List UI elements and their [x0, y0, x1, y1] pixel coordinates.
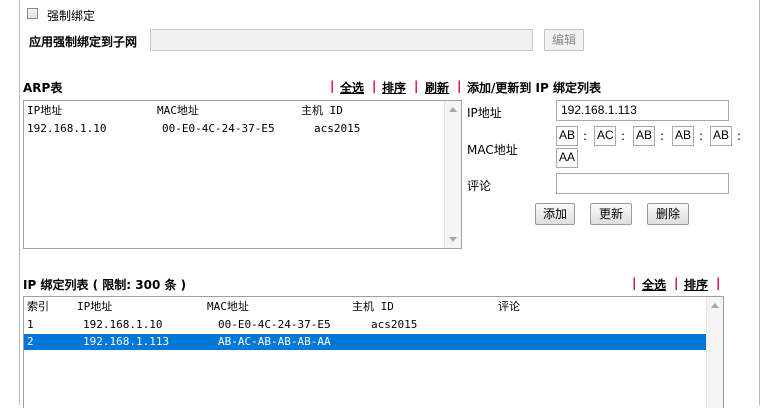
- arp-row-mac: 00-E0-4C-24-37-E5: [162, 122, 275, 135]
- binding-row-index: 2: [27, 335, 34, 348]
- binding-header-host: 主机 ID: [352, 300, 394, 313]
- mac-separator: :: [699, 129, 704, 143]
- mac-octet-4-input[interactable]: AB: [672, 126, 694, 146]
- arp-row-host: acs2015: [314, 122, 361, 135]
- mac-separator: :: [660, 129, 665, 143]
- binding-row-mac: 00-E0-4C-24-37-E5: [218, 318, 331, 331]
- binding-header-mac: MAC地址: [207, 300, 249, 313]
- scroll-down-icon[interactable]: [449, 237, 457, 242]
- arp-row-ip: 192.168.1.10: [27, 122, 107, 135]
- table-row[interactable]: 1 192.168.1.10 00-E0-4C-24-37-E5 acs2015: [24, 317, 706, 333]
- subnet-label: 应用强制绑定到子网: [29, 35, 138, 49]
- arp-scrollbar[interactable]: [444, 101, 461, 248]
- mac-octet-5-input[interactable]: AB: [710, 126, 732, 146]
- binding-row-ip: 192.168.1.10: [83, 318, 163, 331]
- form-comment-input[interactable]: [556, 173, 729, 194]
- separator: |: [372, 79, 377, 93]
- table-row[interactable]: 192.168.1.10 00-E0-4C-24-37-E5 acs2015: [24, 121, 444, 137]
- separator: |: [457, 79, 462, 93]
- binding-header-comment: 评论: [498, 300, 520, 313]
- binding-list-header: 索引 IP地址 MAC地址 主机 ID 评论: [24, 299, 706, 315]
- arp-table-title: ARP表: [23, 81, 63, 95]
- arp-header-ip: IP地址: [27, 104, 63, 117]
- arp-table-header: IP地址 MAC地址 主机 ID: [24, 103, 444, 119]
- binding-scrollbar[interactable]: [706, 297, 723, 408]
- arp-header-mac: MAC地址: [157, 104, 199, 117]
- binding-row-index: 1: [27, 318, 34, 331]
- separator: |: [414, 79, 419, 93]
- arp-table-listbox[interactable]: IP地址 MAC地址 主机 ID 192.168.1.10 00-E0-4C-2…: [23, 100, 462, 249]
- separator: |: [330, 79, 335, 93]
- binding-sort-link[interactable]: 排序: [684, 276, 708, 293]
- mac-octet-3-input[interactable]: AB: [633, 126, 655, 146]
- edit-button[interactable]: 编辑: [544, 29, 584, 51]
- add-button[interactable]: 添加: [535, 203, 575, 225]
- right-border: [759, 0, 760, 405]
- separator: |: [674, 276, 679, 290]
- binding-list-listbox[interactable]: 索引 IP地址 MAC地址 主机 ID 评论 1 192.168.1.10 00…: [23, 296, 724, 408]
- binding-row-host: acs2015: [371, 318, 418, 331]
- mac-separator: :: [583, 129, 588, 143]
- scroll-up-icon[interactable]: [711, 303, 719, 308]
- binding-list-title: IP 绑定列表 ( 限制: 300 条 ): [23, 278, 187, 292]
- force-binding-checkbox[interactable]: [27, 8, 38, 19]
- form-ip-label: IP地址: [467, 106, 502, 120]
- form-ip-input[interactable]: 192.168.1.113: [556, 100, 729, 121]
- binding-row-mac: AB-AC-AB-AB-AB-AA: [218, 335, 331, 348]
- binding-header-ip: IP地址: [77, 300, 113, 313]
- table-row-selected[interactable]: 2 192.168.1.113 AB-AC-AB-AB-AB-AA: [24, 334, 706, 350]
- separator: |: [716, 276, 721, 290]
- force-binding-label: 强制绑定: [47, 9, 96, 23]
- arp-header-host: 主机 ID: [301, 104, 343, 117]
- form-comment-label: 评论: [467, 179, 492, 193]
- left-border: [19, 0, 20, 405]
- binding-row-ip: 192.168.1.113: [83, 335, 170, 348]
- delete-button[interactable]: 删除: [647, 203, 689, 225]
- arp-select-all-link[interactable]: 全选: [340, 79, 364, 96]
- mac-separator: :: [737, 129, 742, 143]
- subnet-input[interactable]: [150, 29, 533, 51]
- mac-separator: :: [621, 129, 626, 143]
- binding-header-index: 索引: [27, 300, 49, 313]
- mac-octet-6-input[interactable]: AA: [556, 148, 578, 168]
- update-button[interactable]: 更新: [590, 203, 632, 225]
- form-title: 添加/更新到 IP 绑定列表: [467, 81, 601, 95]
- mac-octet-2-input[interactable]: AC: [594, 126, 616, 146]
- scroll-up-icon[interactable]: [449, 107, 457, 112]
- mac-octet-1-input[interactable]: AB: [556, 126, 578, 146]
- form-mac-label: MAC地址: [467, 143, 518, 157]
- separator: |: [632, 276, 637, 290]
- arp-sort-link[interactable]: 排序: [382, 79, 406, 96]
- binding-select-all-link[interactable]: 全选: [642, 276, 666, 293]
- arp-refresh-link[interactable]: 刷新: [425, 79, 449, 96]
